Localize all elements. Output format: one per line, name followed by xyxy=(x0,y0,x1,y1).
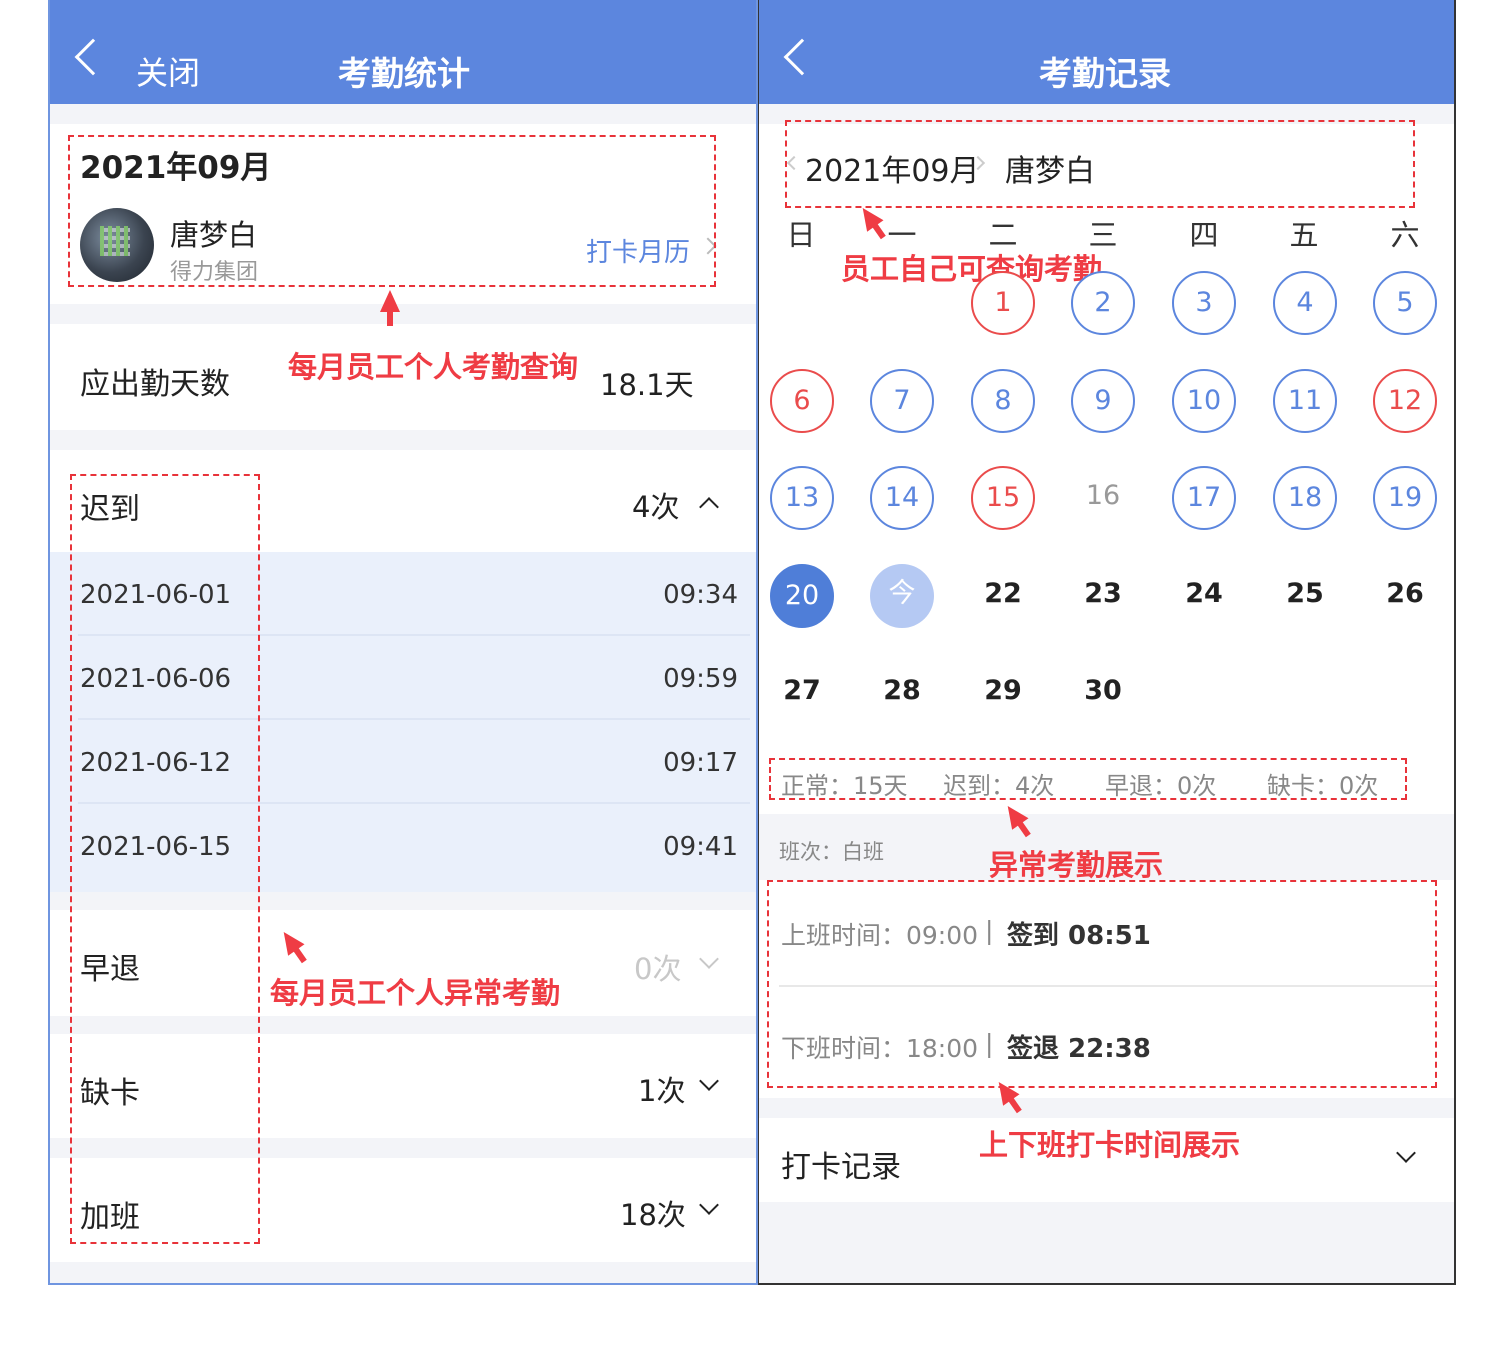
calendar-day-selected[interactable]: 20 xyxy=(770,564,834,628)
calendar-day[interactable]: 26 xyxy=(1373,564,1437,628)
weekday-label: 六 xyxy=(1390,218,1420,252)
back-icon[interactable] xyxy=(74,38,112,76)
calendar-day[interactable]: 16 xyxy=(1071,466,1135,530)
record-time: 09:41 xyxy=(663,832,738,862)
calendar-day[interactable]: 9 xyxy=(1071,369,1135,433)
calendar-day[interactable]: 18 xyxy=(1273,466,1337,530)
annotation-abnormal: 每月员工个人异常考勤 xyxy=(270,976,561,1010)
calendar-day[interactable]: 19 xyxy=(1373,466,1437,530)
calendar-day[interactable]: 23 xyxy=(1071,564,1135,628)
calendar-day[interactable]: 17 xyxy=(1172,466,1236,530)
overtime-count: 18次 xyxy=(620,1198,686,1232)
weekday-label: 五 xyxy=(1289,218,1319,252)
attendance-stats-screen: 关闭 考勤统计 2021年09月 唐梦白 得力集团 打卡月历 应出勤天数 18.… xyxy=(48,0,758,1285)
shift-label: 班次：白班 xyxy=(779,840,884,864)
calendar-day[interactable]: 7 xyxy=(870,369,934,433)
highlight-box xyxy=(70,474,260,1244)
calendar-day[interactable]: 10 xyxy=(1172,369,1236,433)
app-header: 考勤记录 xyxy=(759,0,1454,104)
chevron-down-icon[interactable] xyxy=(699,949,719,969)
calendar-day[interactable]: 30 xyxy=(1071,661,1135,725)
calendar-day[interactable]: 2 xyxy=(1071,271,1135,335)
calendar-day[interactable]: 5 xyxy=(1373,271,1437,335)
calendar-day[interactable]: 6 xyxy=(770,369,834,433)
annotation-punch-times: 上下班打卡时间展示 xyxy=(979,1128,1241,1162)
calendar-day[interactable]: 25 xyxy=(1273,564,1337,628)
calendar-day[interactable]: 28 xyxy=(870,661,934,725)
annotation-abnormal: 异常考勤展示 xyxy=(989,848,1164,882)
record-time: 09:59 xyxy=(663,664,738,694)
record-time: 09:34 xyxy=(663,580,738,610)
calendar-day[interactable]: 29 xyxy=(971,661,1035,725)
calendar-day[interactable]: 13 xyxy=(770,466,834,530)
calendar-day[interactable]: 15 xyxy=(971,466,1035,530)
calendar-day[interactable]: 24 xyxy=(1172,564,1236,628)
back-icon[interactable] xyxy=(783,38,821,76)
punch-record-label: 打卡记录 xyxy=(781,1150,901,1185)
calendar-day[interactable]: 4 xyxy=(1273,271,1337,335)
record-time: 09:17 xyxy=(663,748,738,778)
early-count: 0次 xyxy=(634,952,682,986)
chevron-up-icon[interactable] xyxy=(699,497,719,517)
calendar-day[interactable]: 14 xyxy=(870,466,934,530)
missing-count: 1次 xyxy=(638,1074,686,1108)
calendar-day[interactable]: 1 xyxy=(971,271,1035,335)
calendar-day[interactable]: 11 xyxy=(1273,369,1337,433)
close-button[interactable]: 关闭 xyxy=(136,48,200,94)
chevron-down-icon[interactable] xyxy=(699,1071,719,1091)
annotation-query: 每月员工个人考勤查询 xyxy=(288,350,579,384)
highlight-box xyxy=(68,135,716,287)
weekday-label: 四 xyxy=(1189,218,1219,252)
page-title: 考勤记录 xyxy=(1039,54,1171,93)
annotation-self-query: 员工自己可查询考勤 xyxy=(841,252,1103,286)
expected-days-label: 应出勤天数 xyxy=(80,367,230,402)
late-count: 4次 xyxy=(632,490,680,524)
arrow-icon xyxy=(380,290,400,326)
weekday-label: 日 xyxy=(786,218,816,252)
highlight-box xyxy=(785,120,1415,208)
attendance-record-screen: 考勤记录 2021年09月 唐梦白 日 一 二 三 四 五 六 员工自己可查询考… xyxy=(758,0,1456,1285)
page-title: 考勤统计 xyxy=(338,54,470,93)
highlight-box xyxy=(769,758,1407,800)
calendar-day[interactable]: 27 xyxy=(770,661,834,725)
calendar-day[interactable]: 8 xyxy=(971,369,1035,433)
calendar-day-today[interactable]: 今 xyxy=(870,564,934,628)
app-header: 关闭 考勤统计 xyxy=(50,0,756,104)
expected-days-value: 18.1天 xyxy=(600,368,694,402)
chevron-down-icon[interactable] xyxy=(699,1195,719,1215)
highlight-box xyxy=(767,880,1437,1088)
calendar-day[interactable]: 22 xyxy=(971,564,1035,628)
chevron-down-icon[interactable] xyxy=(1396,1143,1416,1163)
calendar-day[interactable]: 12 xyxy=(1373,369,1437,433)
calendar-day[interactable]: 3 xyxy=(1172,271,1236,335)
